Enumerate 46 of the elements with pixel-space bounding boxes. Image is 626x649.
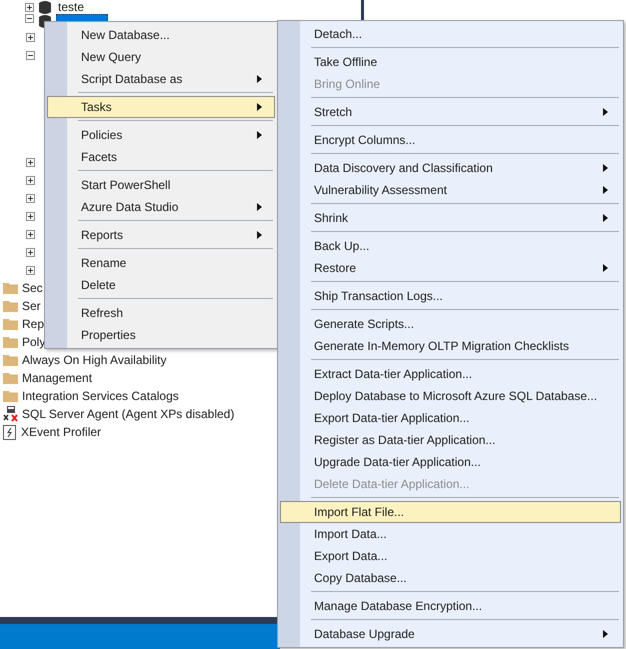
menu-item[interactable]: Upgrade Data-tier Application... [280,451,621,473]
menu-item[interactable]: Back Up... [280,235,621,257]
menu-item[interactable]: Delete [47,274,275,296]
menu-item[interactable]: Rename [47,252,275,274]
menu-item[interactable]: Vulnerability Assessment [280,179,621,201]
menu-item[interactable]: Take Offline [280,51,621,73]
menu-item[interactable]: Generate Scripts... [280,313,621,335]
menu-item[interactable]: Tasks [47,96,275,118]
tree-node[interactable]: Always On High Availability [22,352,167,368]
menu-item[interactable]: Policies [47,124,275,146]
menu-item[interactable]: Reports [47,224,275,246]
menu-item[interactable]: Data Discovery and Classification [280,157,621,179]
menu-item[interactable]: Encrypt Columns... [280,129,621,151]
tree-node[interactable]: XEvent Profiler [21,424,102,440]
menu-item[interactable]: Export Data-tier Application... [280,407,621,429]
menu-item[interactable]: Restore [280,257,621,279]
menu-item[interactable]: Azure Data Studio [47,196,275,218]
menu-item[interactable]: Properties [47,324,275,346]
menu-item[interactable]: Import Data... [280,523,621,545]
tree-node[interactable]: Management [22,370,92,386]
menu-item[interactable]: Register as Data-tier Application... [280,429,621,451]
menu-item[interactable]: New Database... [47,24,275,46]
menu-item[interactable]: Script Database as [47,68,275,90]
tree-node[interactable]: Integration Services Catalogs [22,388,179,404]
menu-item[interactable]: Manage Database Encryption... [280,595,621,617]
menu-item[interactable]: Detach... [280,23,621,45]
tree-node[interactable]: Sec [22,280,43,296]
menu-item[interactable]: Refresh [47,302,275,324]
menu-item[interactable]: Shrink [280,207,621,229]
tree-node[interactable]: teste [56,1,86,13]
menu-item[interactable]: Database Upgrade [280,623,621,645]
menu-item[interactable]: Ship Transaction Logs... [280,285,621,307]
menu-item[interactable]: Stretch [280,101,621,123]
menu-item[interactable]: New Query [47,46,275,68]
tree-node[interactable]: Poly [22,334,46,350]
tree-node[interactable]: Rep [22,316,44,332]
menu-item[interactable]: Start PowerShell [47,174,275,196]
tree-node[interactable]: SQL Server Agent (Agent XPs disabled) [22,406,234,422]
menu-item[interactable]: Copy Database... [280,567,621,589]
menu-item[interactable]: Import Flat File... [280,501,621,523]
menu-item[interactable]: Deploy Database to Microsoft Azure SQL Database... [280,385,621,407]
tree-node[interactable]: Ser [22,298,41,314]
menu-item[interactable]: Export Data... [280,545,621,567]
menu-item[interactable]: Facets [47,146,275,168]
menu-item[interactable]: Generate In-Memory OLTP Migration Checklists [280,335,621,357]
menu-item[interactable]: Extract Data-tier Application... [280,363,621,385]
